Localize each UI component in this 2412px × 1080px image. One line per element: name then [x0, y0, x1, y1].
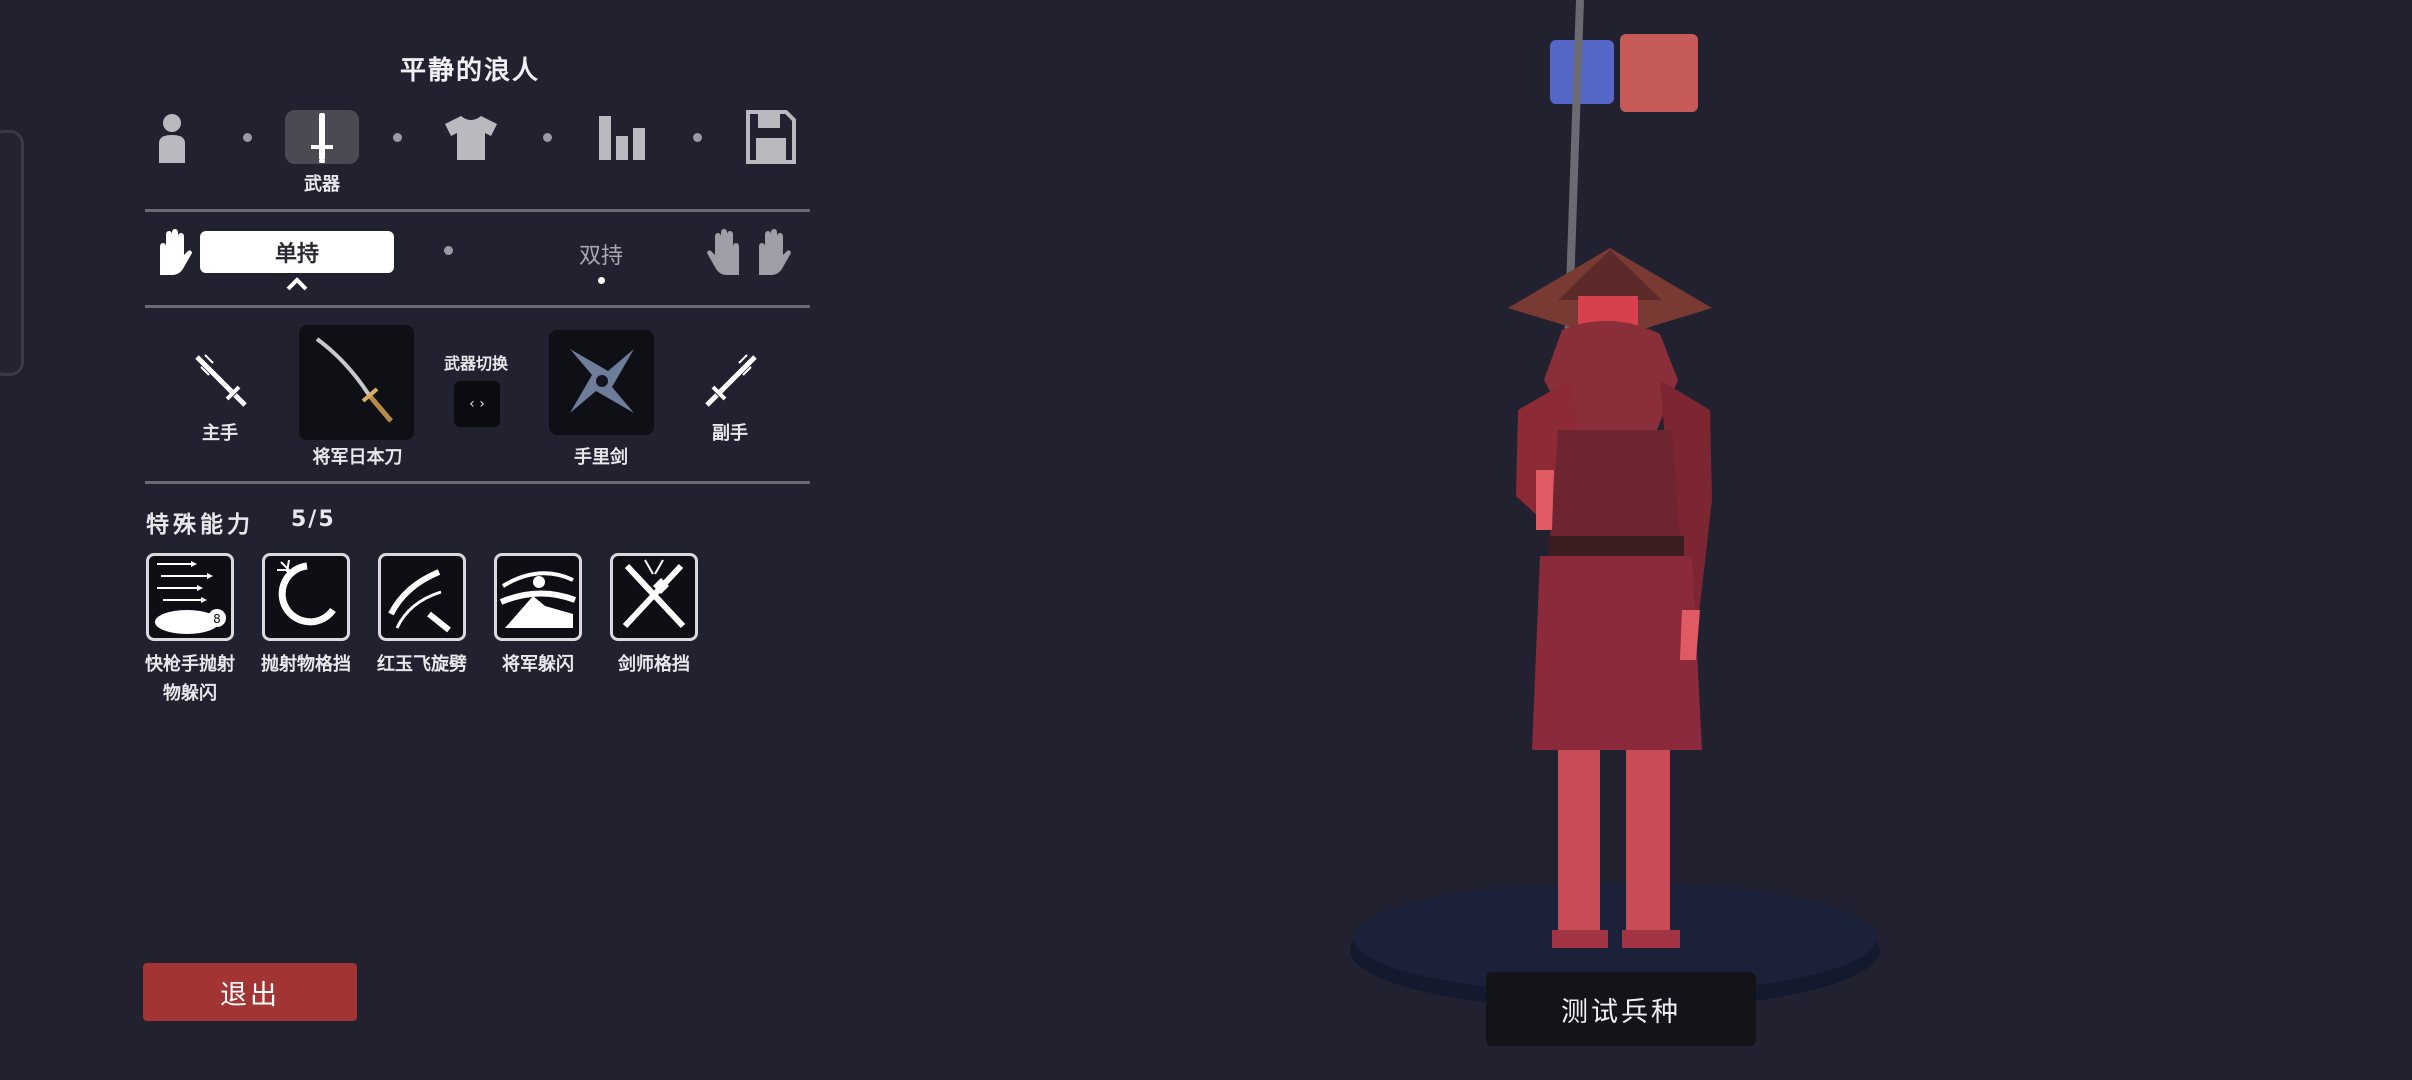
- ability-slot[interactable]: [610, 553, 698, 641]
- tab-weapons[interactable]: [285, 110, 359, 164]
- main-weapon-slot[interactable]: [299, 325, 414, 440]
- main-hand-sword-icon: [193, 353, 249, 413]
- projectile-block-icon: [267, 556, 345, 638]
- dual-grip-button[interactable]: 双持: [565, 238, 637, 270]
- sword-icon: [307, 111, 337, 163]
- ability-label: 将军躲闪: [502, 654, 574, 675]
- nav-separator-dot: [543, 133, 552, 142]
- ability-label: 红玉飞旋劈: [377, 654, 467, 675]
- ability-slot[interactable]: 8: [146, 553, 234, 641]
- ability-slot[interactable]: [378, 553, 466, 641]
- grip-separator-dot: [444, 246, 453, 255]
- weapon-swap-button[interactable]: ‹ ›: [454, 381, 500, 427]
- abilities-count: 5/5: [291, 507, 336, 532]
- spin-slash-icon: [383, 556, 461, 638]
- shuriken-icon: [562, 341, 642, 425]
- divider: [145, 209, 810, 212]
- off-hand-sword-icon: [703, 353, 759, 413]
- side-panel-tab[interactable]: [0, 130, 24, 376]
- general-dodge-icon: [499, 556, 577, 638]
- nav-separator-dot: [693, 133, 702, 142]
- save-icon[interactable]: [741, 107, 801, 167]
- svg-text:8: 8: [213, 612, 221, 626]
- off-weapon-name: 手里剑: [574, 447, 628, 468]
- ability-label: 剑师格挡: [618, 654, 690, 675]
- exit-button[interactable]: 退出: [143, 963, 357, 1021]
- ability-label: 抛射物格挡: [261, 654, 351, 675]
- single-hand-icon[interactable]: [152, 227, 192, 281]
- chevron-up-icon: [285, 276, 309, 296]
- off-weapon-slot[interactable]: [549, 330, 654, 435]
- unit-preview-model[interactable]: [1340, 0, 1900, 1060]
- weapon-swap-label: 武器切换: [443, 354, 508, 373]
- dual-hands-icon[interactable]: [707, 227, 793, 281]
- tab-weapons-label: 武器: [304, 174, 340, 195]
- person-icon[interactable]: [142, 107, 202, 167]
- abilities-title: 特殊能力: [146, 512, 254, 538]
- dual-grip-indicator-dot: [598, 277, 605, 284]
- unit-name-title: 平静的浪人: [399, 56, 540, 86]
- bullet-dodge-icon: 8: [151, 556, 229, 638]
- off-hand-label: 副手: [712, 423, 748, 444]
- ability-slot[interactable]: [494, 553, 582, 641]
- test-unit-button[interactable]: 测试兵种: [1486, 972, 1756, 1046]
- nav-separator-dot: [393, 133, 402, 142]
- ability-slot[interactable]: [262, 553, 350, 641]
- divider: [145, 481, 810, 484]
- main-weapon-name: 将军日本刀: [312, 447, 403, 468]
- katana-icon: [307, 331, 407, 435]
- main-hand-label: 主手: [202, 423, 238, 444]
- nav-separator-dot: [243, 133, 252, 142]
- crossed-swords-icon: [615, 556, 693, 638]
- single-grip-button[interactable]: 单持: [200, 231, 394, 273]
- divider: [145, 305, 810, 308]
- shirt-icon[interactable]: [441, 107, 501, 167]
- stats-icon[interactable]: [592, 107, 652, 167]
- ability-label: 快枪手抛射 物躲闪: [145, 654, 235, 704]
